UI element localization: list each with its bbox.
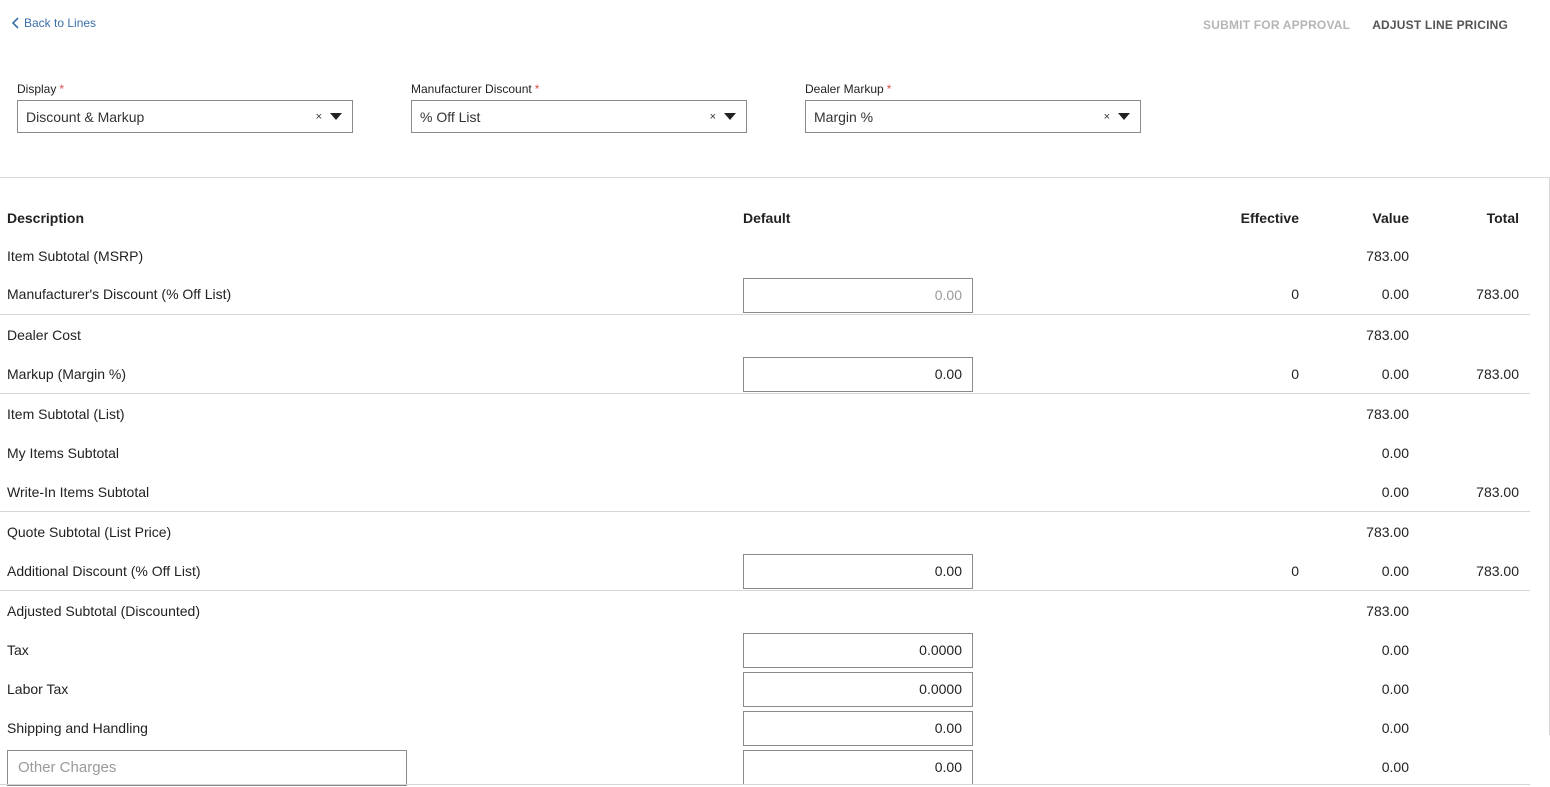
table-row: Item Subtotal (List) 783.00 [0,393,1530,433]
dealer-markup-value: Margin % [814,108,874,125]
row-value: 783.00 [1366,406,1409,422]
row-description: Manufacturer's Discount (% Off List) [7,286,232,302]
required-asterisk: * [59,82,65,96]
row-value: 0.00 [1381,286,1409,302]
table-row: My Items Subtotal 0.00 [0,433,1530,472]
table-row: Write-In Items Subtotal 0.00 783.00 [0,472,1530,511]
row-description: Adjusted Subtotal (Discounted) [7,603,200,619]
clear-x-icon[interactable]: × [710,111,716,123]
header-total: Total [1486,210,1519,226]
table-row: Tax 0.0000 0.00 [0,630,1530,669]
row-description: Write-In Items Subtotal [7,484,150,500]
row-total: 783.00 [1476,484,1519,500]
table-row: Shipping and Handling 0.00 0.00 [0,708,1530,747]
clear-x-icon[interactable]: × [1104,111,1110,123]
table-row: Manufacturer's Discount (% Off List) 0.0… [0,275,1530,314]
row-value: 783.00 [1366,524,1409,540]
dealer-markup-label: Dealer Markup * [805,82,892,96]
tax-default-input[interactable]: 0.0000 [743,633,973,668]
row-value: 0.00 [1381,759,1409,775]
pricing-table: Description Default Effective Value Tota… [0,198,1530,786]
clear-x-icon[interactable]: × [316,111,322,123]
table-row: Adjusted Subtotal (Discounted) 783.00 [0,590,1530,630]
back-to-lines-label: Back to Lines [24,16,97,30]
chevron-left-icon [11,17,19,29]
dealer-markup-field: Dealer Markup * Margin % × [805,80,1141,133]
table-row: Dealer Cost 783.00 [0,314,1530,354]
header-effective: Effective [1240,210,1299,226]
table-row: Markup (Margin %) 0.00 0 0.00 783.00 [0,354,1530,393]
back-to-lines-link[interactable]: Back to Lines [10,16,96,30]
other-charges-default-input[interactable]: 0.00 [743,750,973,785]
table-row: Quote Subtotal (List Price) 783.00 [0,511,1530,551]
row-value: 0.00 [1381,681,1409,697]
adjust-line-pricing-button[interactable]: ADJUST LINE PRICING [1372,18,1508,32]
row-value: 0.00 [1381,445,1409,461]
row-description: Shipping and Handling [7,720,148,736]
table-row: Item Subtotal (MSRP) 783.00 [0,236,1530,275]
row-description: My Items Subtotal [7,445,120,461]
header-value: Value [1372,210,1409,226]
dealer-markup-select[interactable]: Margin % × [805,100,1141,133]
row-value: 0.00 [1381,484,1409,500]
display-field: Display * Discount & Markup × [17,80,353,133]
caret-down-icon[interactable] [1118,113,1130,120]
table-bottom-divider [0,784,1530,785]
row-value: 783.00 [1366,248,1409,264]
table-row: Labor Tax 0.0000 0.00 [0,669,1530,708]
table-header-row: Description Default Effective Value Tota… [0,198,1530,236]
row-description: Dealer Cost [7,327,81,343]
row-effective: 0 [1291,286,1299,302]
row-value: 783.00 [1366,603,1409,619]
top-actions: SUBMIT FOR APPROVAL ADJUST LINE PRICING [1203,18,1508,32]
manufacturer-discount-select[interactable]: % Off List × [411,100,747,133]
submit-for-approval-button[interactable]: SUBMIT FOR APPROVAL [1203,18,1350,32]
required-asterisk: * [886,82,892,96]
row-description: Markup (Margin %) [7,366,127,382]
row-value: 0.00 [1381,366,1409,382]
row-description: Labor Tax [7,681,69,697]
section-divider [0,177,1550,178]
top-bar: Back to Lines SUBMIT FOR APPROVAL ADJUST… [0,0,1550,50]
caret-down-icon[interactable] [330,113,342,120]
shipping-handling-default-input[interactable]: 0.00 [743,711,973,746]
row-value: 783.00 [1366,327,1409,343]
manufacturer-discount-default-input[interactable]: 0.00 [743,278,973,313]
markup-default-input[interactable]: 0.00 [743,357,973,392]
row-description: Item Subtotal (MSRP) [7,248,144,264]
labor-tax-default-input[interactable]: 0.0000 [743,672,973,707]
table-row: Additional Discount (% Off List) 0.00 0 … [0,551,1530,590]
required-asterisk: * [534,82,540,96]
other-charges-input[interactable]: Other Charges [7,750,407,786]
manufacturer-discount-field: Manufacturer Discount * % Off List × [411,80,747,133]
row-value: 0.00 [1381,720,1409,736]
table-row: Other Charges 0.00 0.00 [0,747,1530,786]
header-default: Default [743,210,791,226]
row-value: 0.00 [1381,563,1409,579]
additional-discount-default-input[interactable]: 0.00 [743,554,973,589]
caret-down-icon[interactable] [724,113,736,120]
row-effective: 0 [1291,563,1299,579]
row-total: 783.00 [1476,286,1519,302]
row-description: Quote Subtotal (List Price) [7,524,172,540]
row-total: 783.00 [1476,563,1519,579]
header-description: Description [7,210,85,226]
row-description: Tax [7,642,29,658]
manufacturer-discount-value: % Off List [420,108,481,125]
manufacturer-discount-label: Manufacturer Discount * [411,82,540,96]
row-value: 0.00 [1381,642,1409,658]
row-total: 783.00 [1476,366,1519,382]
row-effective: 0 [1291,366,1299,382]
row-description: Item Subtotal (List) [7,406,125,422]
display-select[interactable]: Discount & Markup × [17,100,353,133]
display-value: Discount & Markup [26,108,145,125]
row-description: Additional Discount (% Off List) [7,563,201,579]
display-label: Display * [17,82,65,96]
